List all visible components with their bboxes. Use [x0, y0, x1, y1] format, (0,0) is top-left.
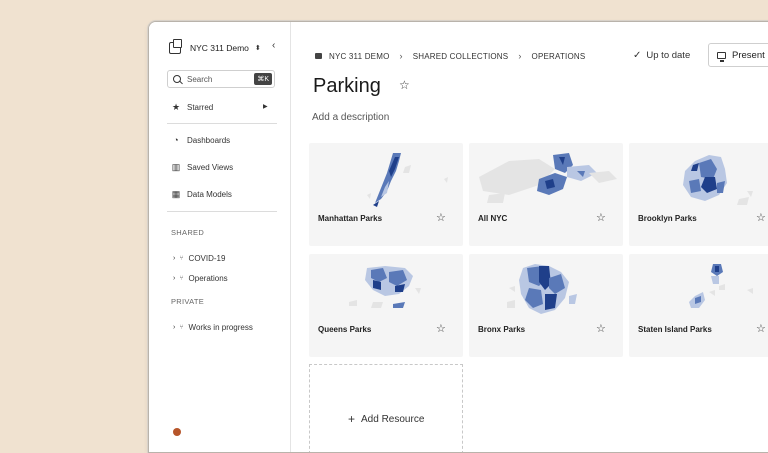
sidebar-item-covid-19[interactable]: › ⑂ COVID-19 [173, 252, 225, 264]
card-title: All NYC [478, 214, 508, 223]
star-icon: ★ [171, 101, 181, 112]
monitor-icon [717, 51, 726, 62]
bar-chart-icon: ▥ [171, 161, 181, 172]
sidebar-item-saved-views[interactable]: ▥ Saved Views [171, 160, 233, 174]
present-button[interactable]: Present [708, 43, 768, 67]
section-title-shared: SHARED [171, 228, 205, 237]
divider [167, 211, 277, 212]
resource-card-manhattan-parks[interactable]: Manhattan Parks ☆ [309, 143, 463, 246]
breadcrumb: NYC 311 DEMO › SHARED COLLECTIONS › OPER… [315, 51, 585, 61]
search-shortcut-badge: ⌘K [254, 73, 272, 85]
sync-status-label: Up to date [646, 50, 691, 61]
add-resource-button[interactable]: + Add Resource [309, 364, 463, 452]
main-content: NYC 311 DEMO › SHARED COLLECTIONS › OPER… [291, 22, 768, 452]
caret-right-icon[interactable]: ▶ [263, 103, 268, 110]
queens-map-thumbnail [349, 266, 421, 308]
sidebar-item-works-in-progress[interactable]: › ⑂ Works in progress [173, 321, 253, 333]
folder-tree-icon: ⑂ [179, 254, 184, 262]
avatar[interactable] [173, 428, 181, 436]
star-icon[interactable]: ☆ [436, 211, 446, 224]
folder-tree-icon: ⑂ [179, 323, 184, 331]
updown-caret-icon: ⬍ [254, 45, 261, 52]
search-icon [173, 75, 181, 83]
sidebar-item-label: COVID-19 [188, 253, 226, 263]
workspace-switcher[interactable]: NYC 311 Demo ⬍ [169, 39, 281, 56]
chevron-right-icon[interactable]: › [173, 324, 175, 331]
sidebar: NYC 311 Demo ⬍ ‹ Search ⌘K ★ Starred ▶ ◔… [149, 22, 291, 452]
staten-island-map-thumbnail [689, 264, 753, 308]
sidebar-item-label: Starred [187, 102, 214, 112]
chevron-right-icon[interactable]: › [173, 255, 175, 262]
page-title: Parking [313, 75, 381, 97]
sidebar-item-data-models[interactable]: ▦ Data Models [171, 187, 232, 201]
card-title: Manhattan Parks [318, 214, 383, 223]
star-icon[interactable]: ☆ [756, 322, 766, 335]
search-input[interactable]: Search ⌘K [167, 70, 275, 88]
section-title-private: PRIVATE [171, 297, 205, 306]
card-title: Brooklyn Parks [638, 214, 697, 223]
home-icon [315, 53, 322, 59]
chevron-right-icon: › [399, 51, 403, 61]
sidebar-item-label: Dashboards [187, 135, 231, 145]
sidebar-item-label: Saved Views [187, 162, 234, 172]
sidebar-item-operations[interactable]: › ⑂ Operations [173, 272, 228, 284]
all-nyc-map-thumbnail [479, 153, 617, 203]
description-field[interactable]: Add a description [312, 112, 389, 123]
breadcrumb-item[interactable]: NYC 311 DEMO [329, 52, 390, 61]
resource-card-bronx-parks[interactable]: Bronx Parks ☆ [469, 254, 623, 357]
favorite-star-icon[interactable]: ☆ [399, 78, 410, 92]
star-icon[interactable]: ☆ [596, 322, 606, 335]
sidebar-item-starred[interactable]: ★ Starred [171, 100, 213, 114]
sidebar-item-label: Works in progress [188, 322, 253, 332]
add-resource-label: + Add Resource [348, 412, 424, 426]
sidebar-item-label: Operations [188, 273, 228, 283]
card-title: Staten Island Parks [638, 325, 712, 334]
manhattan-map-thumbnail [367, 153, 448, 207]
star-icon[interactable]: ☆ [436, 322, 446, 335]
divider [167, 123, 277, 124]
add-resource-text: Add Resource [361, 413, 425, 425]
breadcrumb-item[interactable]: SHARED COLLECTIONS [413, 52, 509, 61]
resource-card-queens-parks[interactable]: Queens Parks ☆ [309, 254, 463, 357]
workspace-logo-icon [169, 39, 182, 54]
resource-card-all-nyc[interactable]: All NYC ☆ [469, 143, 623, 246]
search-placeholder: Search [187, 74, 213, 84]
star-icon[interactable]: ☆ [596, 211, 606, 224]
workspace-name: NYC 311 Demo [190, 43, 249, 53]
breadcrumb-item[interactable]: OPERATIONS [532, 52, 586, 61]
brooklyn-map-thumbnail [683, 155, 753, 205]
collapse-sidebar-icon[interactable]: ‹ [272, 40, 275, 51]
chevron-right-icon[interactable]: › [173, 275, 175, 282]
sync-status: ✓ Up to date [633, 50, 690, 61]
folder-tree-icon: ⑂ [179, 274, 184, 282]
bronx-map-thumbnail [507, 264, 577, 314]
card-title: Bronx Parks [478, 325, 526, 334]
app-window: NYC 311 Demo ⬍ ‹ Search ⌘K ★ Starred ▶ ◔… [148, 21, 768, 453]
table-icon: ▦ [171, 188, 181, 199]
card-title: Queens Parks [318, 325, 372, 334]
present-button-label: Present [732, 49, 765, 61]
plus-icon: + [348, 412, 356, 426]
sidebar-item-label: Data Models [187, 189, 232, 199]
gauge-icon: ◔ [173, 135, 179, 145]
sidebar-item-dashboards[interactable]: ◔ Dashboards [171, 133, 230, 147]
star-icon[interactable]: ☆ [756, 211, 766, 224]
chevron-right-icon: › [518, 51, 522, 61]
check-icon: ✓ [633, 50, 642, 61]
resource-card-staten-island-parks[interactable]: Staten Island Parks ☆ [629, 254, 768, 357]
resource-card-brooklyn-parks[interactable]: Brooklyn Parks ☆ [629, 143, 768, 246]
